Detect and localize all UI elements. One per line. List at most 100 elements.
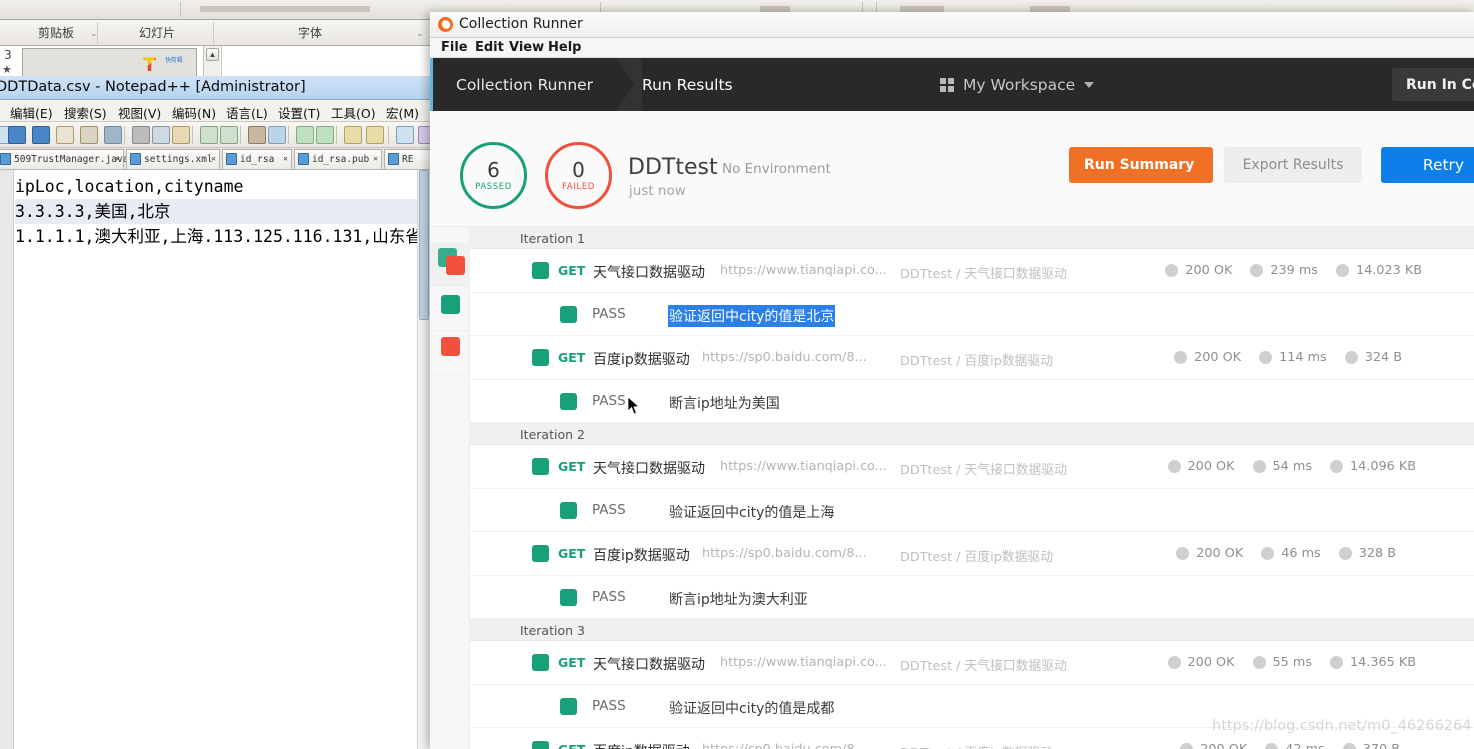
menu-item-settings[interactable]: 设置(T) [278, 103, 320, 122]
close-icon[interactable]: ✕ [373, 154, 378, 163]
test-name[interactable]: 验证返回中city的值是北京 [668, 305, 836, 327]
test-row[interactable]: PASS 验证返回中city的值是北京 [470, 293, 1474, 336]
grid-icon [940, 77, 954, 92]
editor-tab[interactable]: RE [384, 149, 434, 169]
menu-item-encoding[interactable]: 编码(N) [172, 103, 216, 122]
rail-cell[interactable] [430, 243, 470, 287]
test-name[interactable]: 断言ip地址为澳大利亚 [668, 588, 809, 610]
status-square-pass [560, 393, 577, 410]
request-stats: 200 OK 42 ms 370 B [1180, 742, 1400, 749]
request-method: GET [558, 655, 586, 670]
request-row[interactable]: GET 百度ip数据驱动 https://sp0.baidu.com/8... … [470, 336, 1474, 380]
workspace-selector[interactable]: My Workspace [940, 58, 1095, 111]
save-all-icon[interactable] [32, 126, 50, 144]
test-name[interactable]: 验证返回中city的值是上海 [668, 501, 835, 523]
editor-vertical-scrollbar[interactable] [417, 170, 430, 749]
menu-item-view[interactable]: View [509, 40, 544, 55]
notepadpp-titlebar: DDTData.csv - Notepad++ [Administrator] [0, 76, 430, 100]
workspace-label: My Workspace [963, 75, 1076, 94]
menu-item-view[interactable]: 视图(V) [118, 103, 161, 122]
paste-icon[interactable] [172, 126, 190, 144]
request-row[interactable]: GET 天气接口数据驱动 https://www.tianqiapi.co...… [470, 641, 1474, 685]
editor-tab[interactable]: settings.xml ✕ [126, 149, 220, 169]
find-icon[interactable] [248, 126, 266, 144]
sync-scroll-icon[interactable] [344, 126, 362, 144]
close-icon[interactable]: ✕ [211, 154, 216, 163]
breadcrumb-run-results[interactable]: Run Results [642, 58, 733, 111]
test-name[interactable]: 验证返回中city的值是成都 [668, 697, 835, 719]
csv-content[interactable]: ipLoc,location,cityname 3.3.3.3,美国,北京 1.1.… [15, 174, 557, 249]
request-path: DDTtest / 百度ip数据驱动 [900, 550, 1054, 565]
scrollbar-thumb[interactable] [419, 170, 429, 320]
cut-icon[interactable] [132, 126, 150, 144]
run-summary-button[interactable]: Run Summary [1069, 147, 1225, 183]
size-dot-icon [1329, 460, 1343, 473]
request-stats: 200 OK 239 ms 14.023 KB [1165, 263, 1422, 278]
close-file-icon[interactable] [56, 126, 74, 144]
postman-logo-icon [438, 17, 453, 32]
test-name[interactable]: 断言ip地址为美国 [668, 392, 781, 414]
close-all-icon[interactable] [80, 126, 98, 144]
request-row[interactable]: GET 百度ip数据驱动 https://sp0.baidu.com/8... … [470, 728, 1474, 749]
file-icon [130, 153, 141, 165]
request-row[interactable]: GET 百度ip数据驱动 https://sp0.baidu.com/8... … [470, 532, 1474, 576]
menu-item-edit[interactable]: Edit [475, 40, 504, 55]
rail-cell[interactable] [430, 287, 470, 331]
notepadpp-window: DDTData.csv - Notepad++ [Administrator] … [0, 76, 557, 749]
dialog-launcher-icon[interactable]: ⌄ [416, 29, 425, 38]
close-icon[interactable]: ✕ [115, 154, 120, 163]
editor-tab[interactable]: id_rsa.pub ✕ [294, 149, 382, 169]
iteration-header: Iteration 3 [470, 619, 1474, 641]
replace-icon[interactable] [268, 126, 286, 144]
copy-icon[interactable] [152, 126, 170, 144]
export-results-button[interactable]: Export Results [1224, 147, 1362, 183]
run-in-command-button[interactable]: Run In Comm [1392, 68, 1474, 101]
undo-icon[interactable] [200, 126, 218, 144]
run-results-list[interactable]: Iteration 1 GET 天气接口数据驱动 https://www.tia… [430, 227, 1474, 749]
menu-item-help[interactable]: Help [548, 40, 581, 55]
menu-item-tools[interactable]: 工具(O) [331, 103, 376, 122]
time-dot-icon [1250, 264, 1264, 277]
request-name: 百度ip数据驱动 [593, 741, 690, 749]
rail-cell[interactable] [430, 331, 470, 375]
scroll-up-icon[interactable]: ▲ [206, 48, 219, 61]
print-icon[interactable] [104, 126, 122, 144]
zoom-in-icon[interactable] [296, 126, 314, 144]
menu-item-language[interactable]: 语言(L) [226, 103, 268, 122]
menu-item-file[interactable]: File [441, 40, 468, 55]
response-status: 200 OK [1185, 263, 1233, 278]
iteration-header-label: Iteration 1 [520, 231, 585, 246]
save-icon[interactable] [8, 126, 26, 144]
iteration-header: Iteration 2 [470, 423, 1474, 445]
close-icon[interactable]: ✕ [283, 154, 288, 163]
editor-tab[interactable]: id_rsa ✕ [222, 149, 292, 169]
dialog-launcher-icon[interactable]: ⌄ [90, 29, 99, 38]
menu-item-search[interactable]: 搜索(S) [64, 103, 107, 122]
request-method: GET [558, 350, 586, 365]
test-row[interactable]: PASS 断言ip地址为澳大利亚 [470, 576, 1474, 619]
test-row[interactable]: PASS 验证返回中city的值是成都 [470, 685, 1474, 728]
test-row[interactable]: PASS 验证返回中city的值是上海 [470, 489, 1474, 532]
breadcrumb-collection-runner[interactable]: Collection Runner [456, 58, 593, 111]
status-rail [430, 227, 470, 749]
sync-scroll-v-icon[interactable] [366, 126, 384, 144]
request-row[interactable]: GET 天气接口数据驱动 https://www.tianqiapi.co...… [470, 249, 1474, 293]
word-wrap-icon[interactable] [396, 126, 414, 144]
editor-tab[interactable]: 509TrustManager.java ✕ [0, 149, 128, 169]
request-row[interactable]: GET 天气接口数据驱动 https://www.tianqiapi.co...… [470, 445, 1474, 489]
menu-item-macro[interactable]: 宏(M) [386, 103, 419, 122]
status-square-pass [560, 502, 577, 519]
zoom-out-icon[interactable] [316, 126, 334, 144]
redo-icon[interactable] [220, 126, 238, 144]
star-icon: ★ [2, 64, 12, 76]
menu-item-edit[interactable]: 编辑(E) [10, 103, 53, 122]
request-path: DDTtest / 百度ip数据驱动 [900, 354, 1054, 369]
request-method: GET [558, 742, 585, 749]
retry-button[interactable]: Retry [1381, 147, 1474, 183]
notepadpp-editor[interactable]: ipLoc,location,cityname 3.3.3.3,美国,北京 1.1.… [0, 170, 557, 749]
test-row[interactable]: PASS 断言ip地址为美国 [470, 380, 1474, 423]
request-stats: 200 OK 114 ms 324 B [1174, 350, 1402, 365]
request-url: https://www.tianqiapi.co... [720, 459, 887, 474]
status-square-pass [560, 698, 577, 715]
run-timestamp: just now [629, 183, 686, 199]
